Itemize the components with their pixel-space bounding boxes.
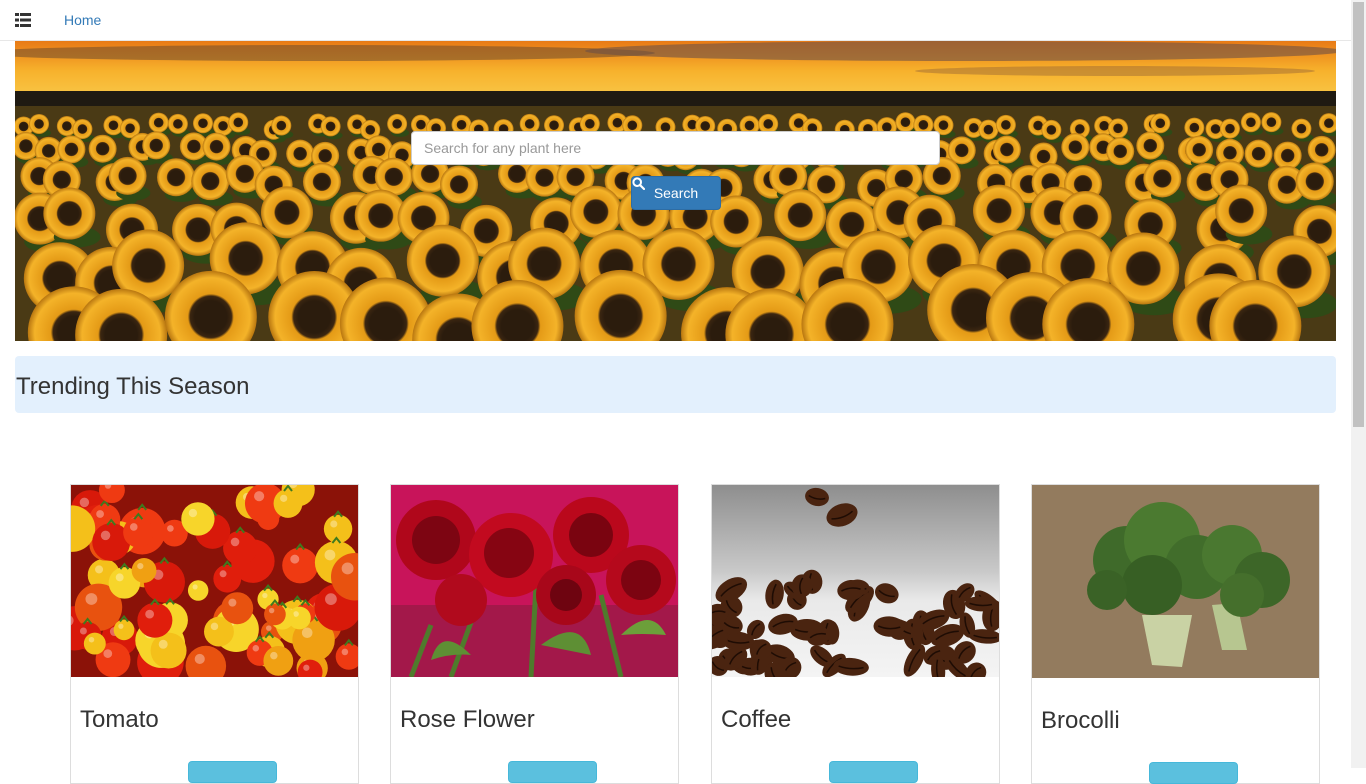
- card-title: Coffee: [721, 706, 792, 733]
- card-button[interactable]: [508, 761, 597, 783]
- card-title: Rose Flower: [400, 706, 535, 733]
- card-button[interactable]: [188, 761, 277, 783]
- search-button[interactable]: Search: [631, 176, 721, 210]
- top-navbar: Home: [0, 0, 1351, 41]
- product-card-coffee[interactable]: Coffee: [711, 484, 1000, 784]
- card-button[interactable]: [1149, 762, 1238, 784]
- product-card-rose-flower[interactable]: Rose Flower: [390, 484, 679, 784]
- coffee-image: [712, 485, 999, 677]
- search-button-label: Search: [653, 185, 699, 201]
- card-title: Brocolli: [1041, 707, 1120, 734]
- scrollbar-thumb[interactable]: [1353, 2, 1364, 427]
- nav-home-link[interactable]: Home: [64, 12, 101, 28]
- hero-banner: Search: [15, 41, 1336, 341]
- tomato-image: [71, 485, 358, 677]
- search-input[interactable]: [411, 131, 940, 165]
- card-title: Tomato: [80, 706, 159, 733]
- product-card-tomato[interactable]: Tomato: [70, 484, 359, 784]
- rose-image: [391, 485, 678, 677]
- broccoli-image: [1032, 485, 1319, 678]
- trending-header: Trending This Season: [15, 356, 1336, 413]
- product-card-brocolli[interactable]: Brocolli: [1031, 484, 1320, 784]
- list-icon[interactable]: [10, 8, 36, 32]
- page-scrollbar[interactable]: [1351, 0, 1366, 768]
- search-icon: [632, 177, 645, 190]
- section-title: Trending This Season: [16, 373, 250, 400]
- card-button[interactable]: [829, 761, 918, 783]
